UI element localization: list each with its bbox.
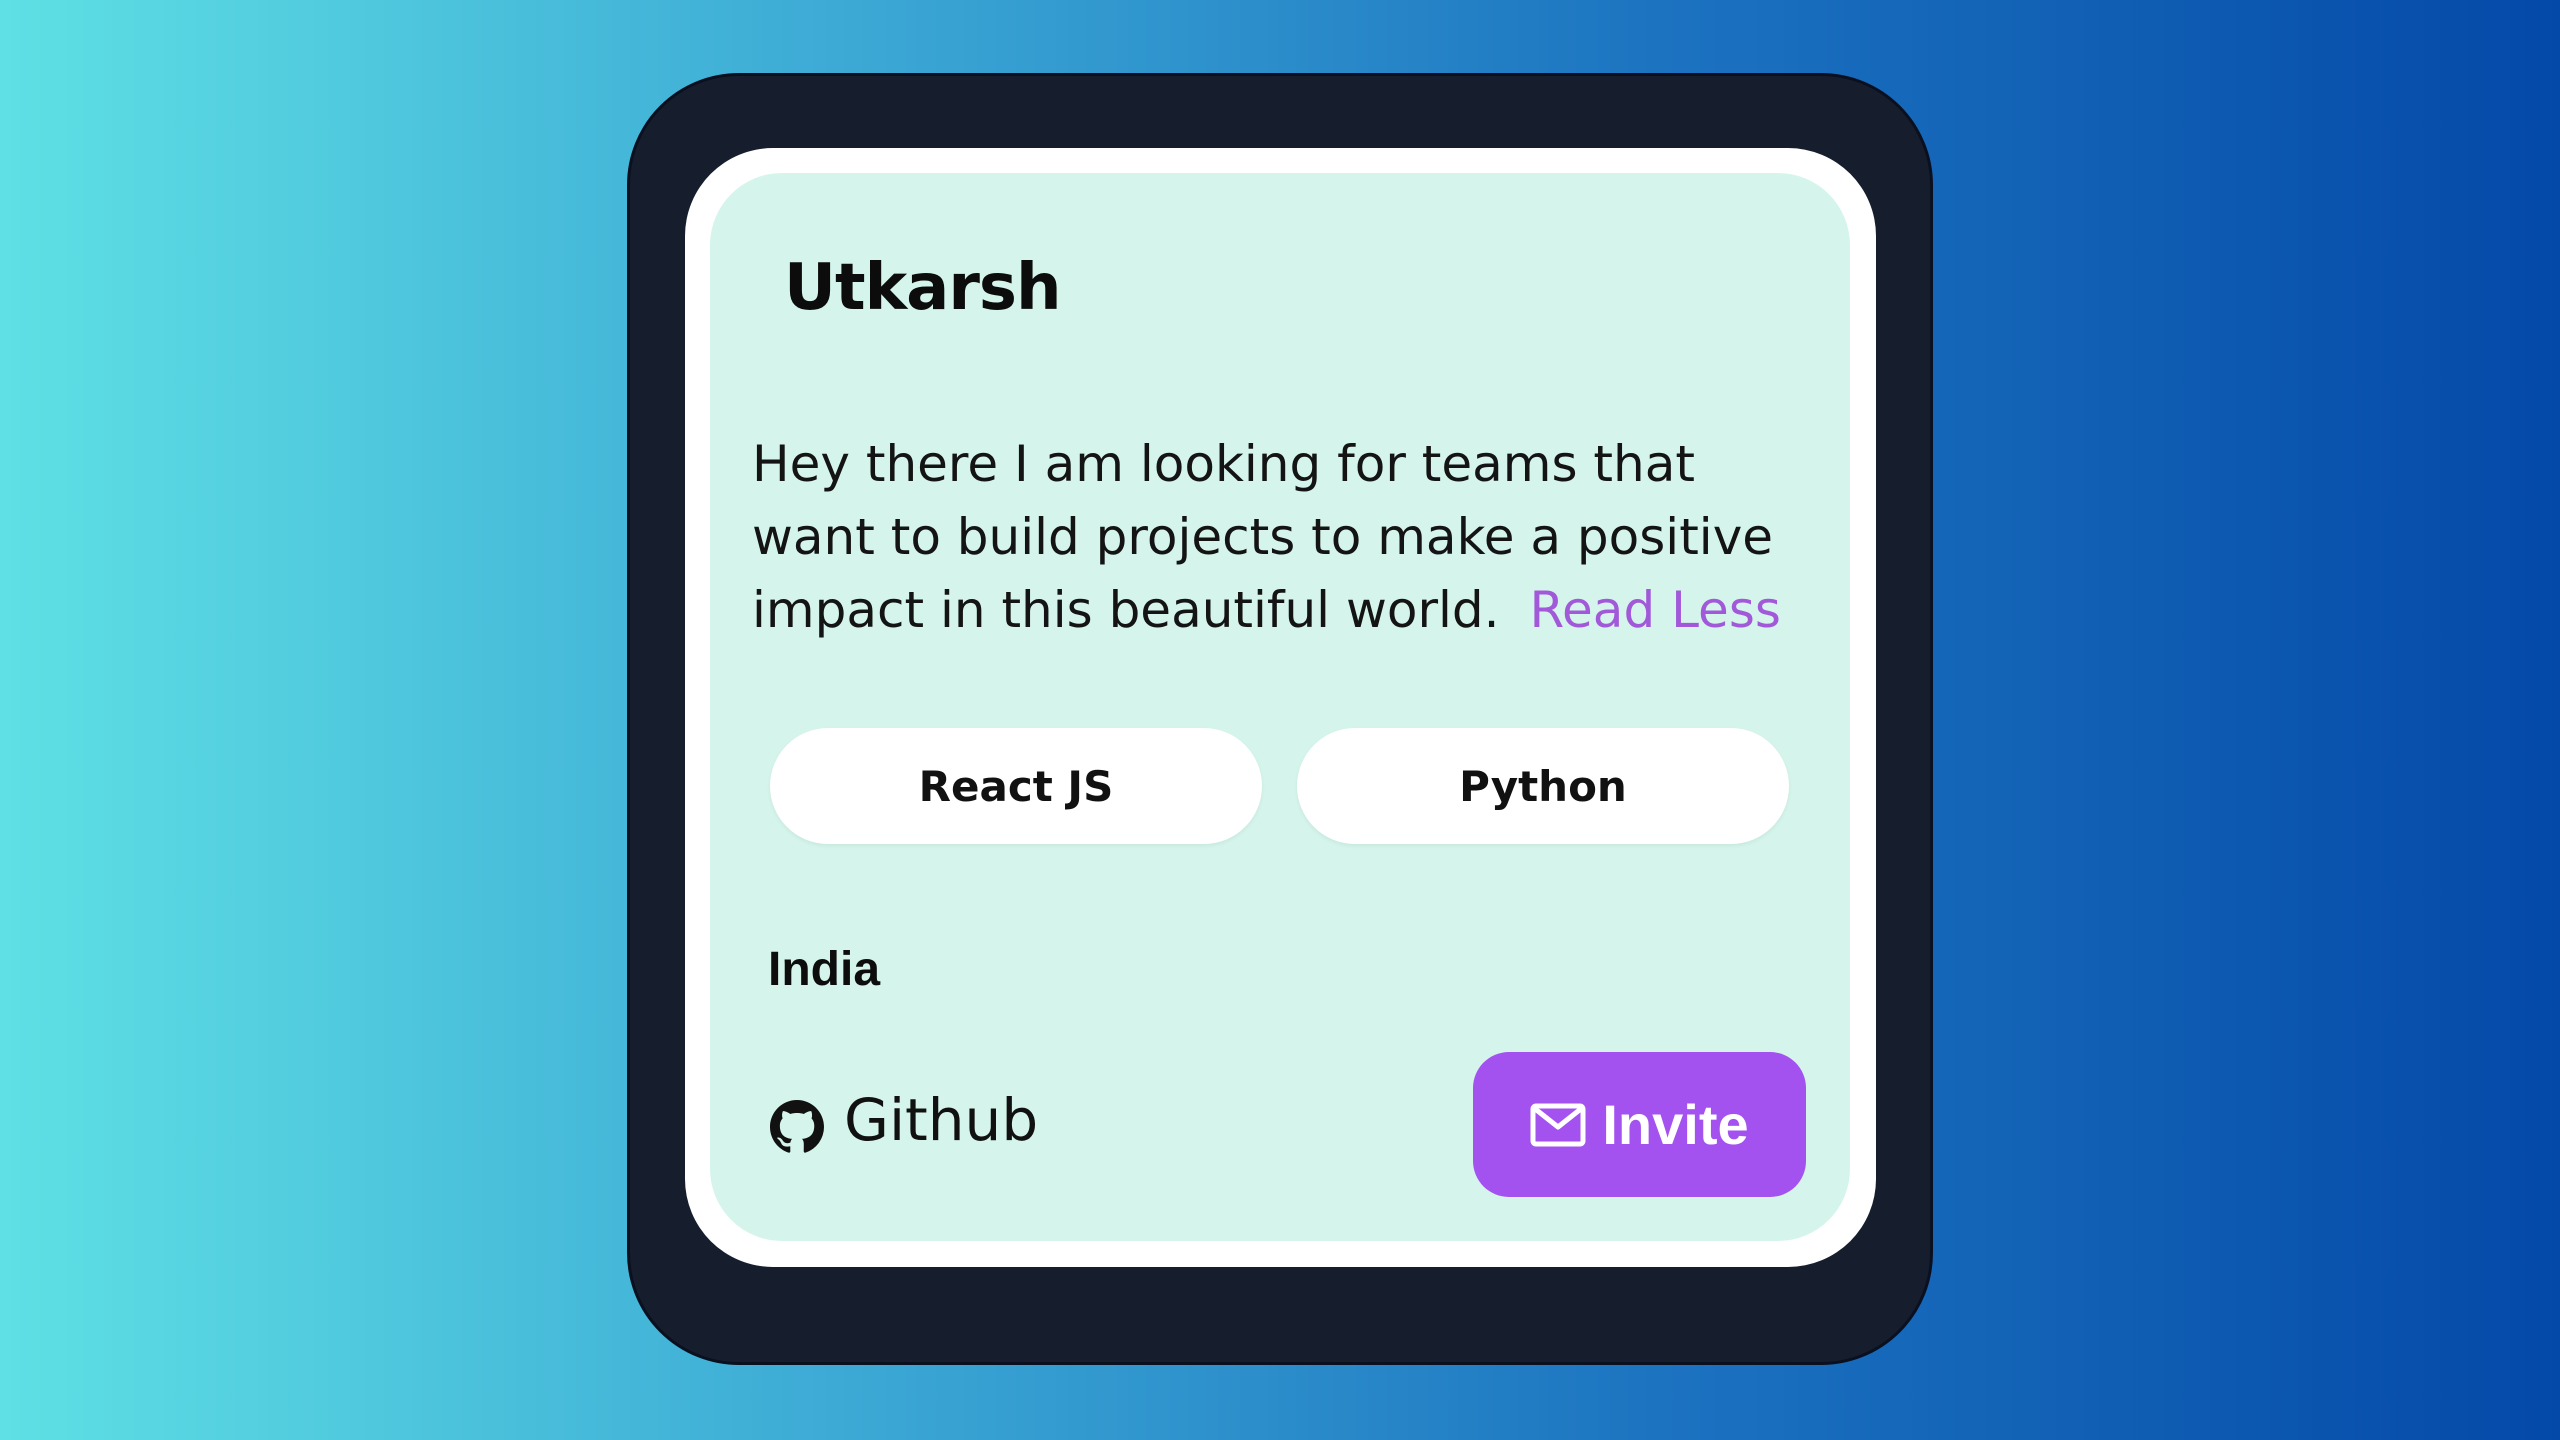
github-link[interactable]: Github	[770, 1085, 1038, 1155]
read-less-link[interactable]: Read Less	[1530, 581, 1781, 639]
profile-name: Utkarsh	[784, 251, 1062, 325]
location-label: India	[768, 943, 881, 996]
skill-chip: React JS	[770, 728, 1262, 844]
github-icon	[770, 1100, 824, 1153]
profile-bio: Hey there I am looking for teams that wa…	[752, 428, 1812, 647]
mail-icon	[1530, 1103, 1586, 1146]
github-label: Github	[844, 1086, 1039, 1154]
invite-label: Invite	[1602, 1093, 1749, 1156]
skill-chip: Python	[1297, 728, 1789, 844]
invite-button[interactable]: Invite	[1473, 1052, 1806, 1197]
